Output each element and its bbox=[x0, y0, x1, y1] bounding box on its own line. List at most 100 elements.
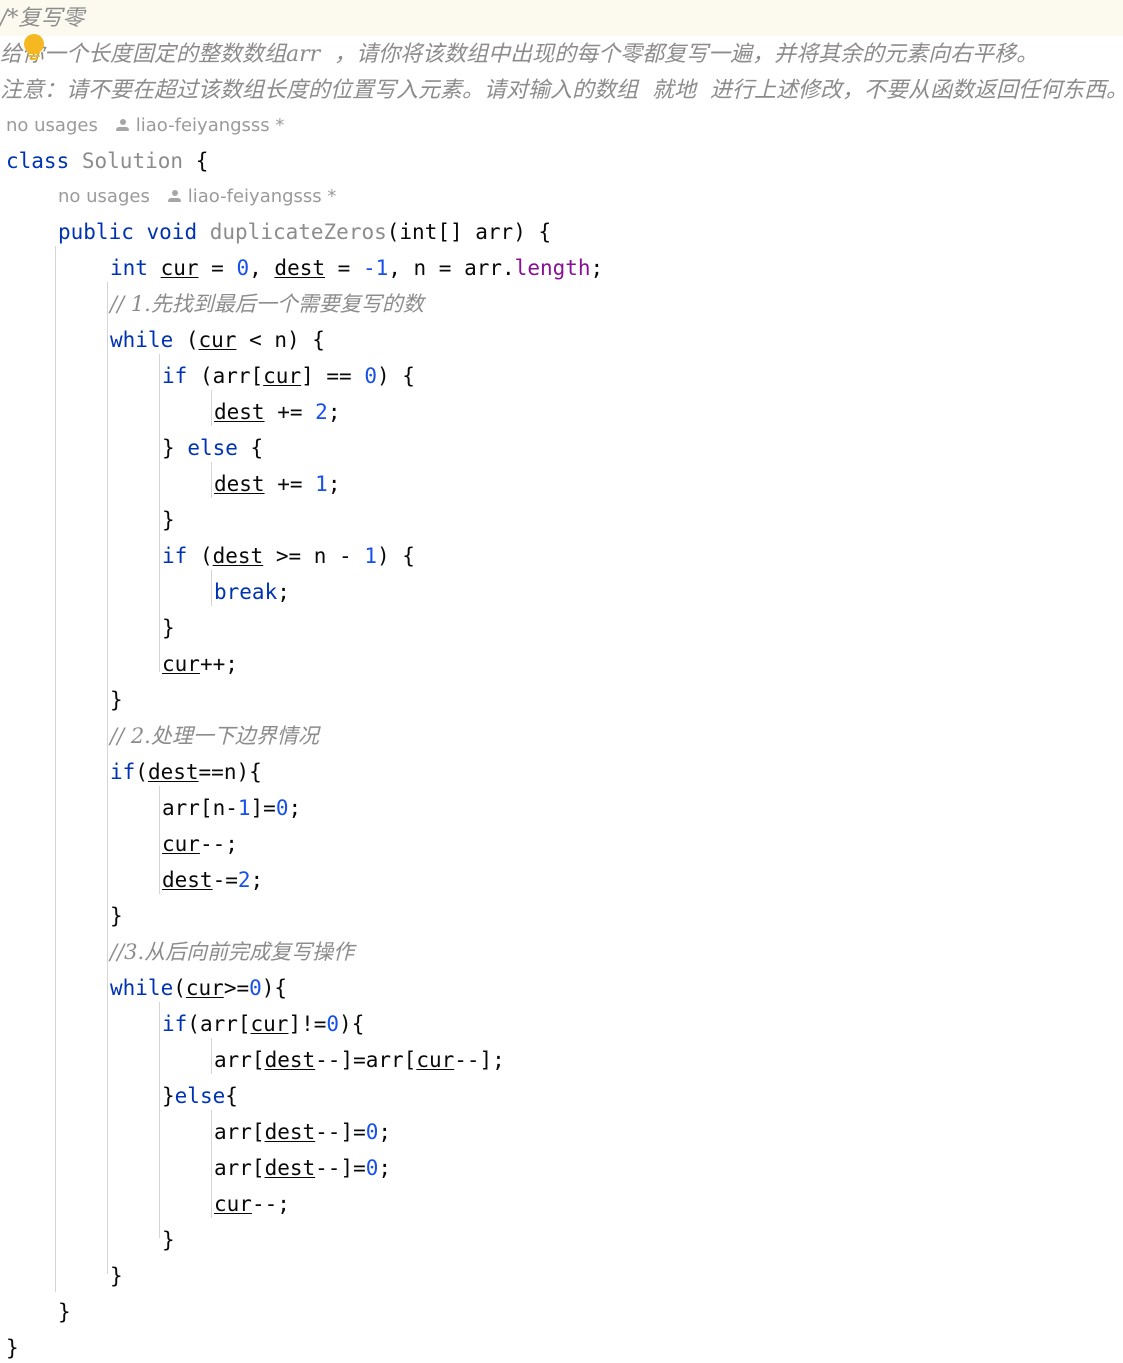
comma: , bbox=[249, 256, 275, 280]
code-line-block-comment-3[interactable]: 注意：请不要在超过该数组长度的位置写入元素。请对输入的数组 就地 进行上述修改，… bbox=[0, 72, 1123, 108]
code-line-close-while-1[interactable]: } bbox=[0, 682, 1123, 718]
brace: } bbox=[162, 616, 175, 640]
var-dest: dest bbox=[162, 868, 213, 892]
code-line-close-else-2[interactable]: } bbox=[0, 1222, 1123, 1258]
literal-two: 2 bbox=[315, 400, 328, 424]
cond-close: ==n){ bbox=[198, 760, 262, 784]
lightbulb-glass bbox=[24, 34, 44, 54]
code-line-while-1[interactable]: while (cur < n) { bbox=[0, 322, 1123, 358]
lightbulb-icon[interactable] bbox=[22, 34, 46, 60]
code-line-cur-dec-2[interactable]: cur--; bbox=[0, 1186, 1123, 1222]
code-line-if-1[interactable]: if (arr[cur] == 0) { bbox=[0, 358, 1123, 394]
cond-mid: ]!= bbox=[288, 1012, 327, 1036]
expr: arr[n- bbox=[162, 796, 238, 820]
brace: } bbox=[162, 1228, 175, 1252]
code-line-close-if-1[interactable]: } bbox=[0, 502, 1123, 538]
code-line-dest-minus-2[interactable]: dest-=2; bbox=[0, 862, 1123, 898]
expr: --]; bbox=[454, 1048, 505, 1072]
keyword-int: int bbox=[110, 256, 148, 280]
code-line-arr-dest-zero-2[interactable]: arr[dest--]=0; bbox=[0, 1150, 1123, 1186]
code-line-close-class[interactable]: } bbox=[0, 1330, 1123, 1363]
expr: --]=arr[ bbox=[315, 1048, 417, 1072]
literal-one: 1 bbox=[315, 472, 328, 496]
code-editor[interactable]: /*复写零 给你一个长度固定的整数数组arr ，请你将该数组中出现的每个零都复写… bbox=[0, 0, 1123, 1363]
expr: arr[ bbox=[214, 1156, 265, 1180]
cond-open: (arr[ bbox=[187, 1012, 251, 1036]
semicolon: ; bbox=[327, 472, 341, 496]
rest: , n = arr. bbox=[388, 256, 515, 280]
inlay-hint-class[interactable]: no usages liao-feiyangsss * bbox=[0, 108, 1123, 143]
lightbulb-base bbox=[28, 55, 40, 57]
semicolon: ; bbox=[378, 1120, 392, 1144]
code-line-break[interactable]: break; bbox=[0, 574, 1123, 610]
var-cur: cur bbox=[416, 1048, 455, 1072]
inlay-hint-method[interactable]: no usages liao-feiyangsss * bbox=[0, 179, 1123, 214]
code-line-block-comment-2[interactable]: 给你一个长度固定的整数数组arr ，请你将该数组中出现的每个零都复写一遍，并将其… bbox=[0, 36, 1123, 72]
code-line-else-1[interactable]: } else { bbox=[0, 430, 1123, 466]
code-line-comment-2[interactable]: // 2.处理一下边界情况 bbox=[0, 718, 1123, 754]
keyword-else: else bbox=[187, 436, 238, 460]
brace: } bbox=[110, 904, 123, 928]
cond: < n) { bbox=[236, 328, 325, 352]
keyword-while: while bbox=[110, 328, 174, 352]
code-line-close-if-3[interactable]: } bbox=[0, 898, 1123, 934]
usages-label[interactable]: no usages bbox=[58, 186, 150, 207]
code-line-arr-dest-zero-1[interactable]: arr[dest--]=0; bbox=[0, 1114, 1123, 1150]
brace: } bbox=[6, 1336, 19, 1360]
semicolon: ; bbox=[250, 868, 264, 892]
person-icon bbox=[167, 189, 182, 204]
brace: } bbox=[162, 1084, 175, 1108]
code-line-dest-plus-2[interactable]: dest += 2; bbox=[0, 394, 1123, 430]
line-comment: // 2.处理一下边界情况 bbox=[110, 724, 319, 748]
literal-one: 1 bbox=[237, 796, 251, 820]
author-label[interactable]: liao-feiyangsss * bbox=[136, 115, 285, 136]
code-line-comment-1[interactable]: // 1.先找到最后一个需要复写的数 bbox=[0, 286, 1123, 322]
brace: } bbox=[58, 1300, 71, 1324]
cond-close: ) { bbox=[376, 544, 415, 568]
literal-zero: 0 bbox=[365, 1120, 379, 1144]
usages-label[interactable]: no usages bbox=[6, 115, 98, 136]
var-dest: dest bbox=[264, 1156, 316, 1180]
brace: } bbox=[162, 508, 175, 532]
var-cur: cur bbox=[162, 832, 200, 856]
keyword-while: while bbox=[110, 976, 174, 1000]
code-line-method-decl[interactable]: public void duplicateZeros(int[] arr) { bbox=[0, 214, 1123, 250]
code-line-close-if-2[interactable]: } bbox=[0, 610, 1123, 646]
literal-zero: 0 bbox=[236, 256, 250, 280]
code-line-while-2[interactable]: while(cur>=0){ bbox=[0, 970, 1123, 1006]
brace: } bbox=[162, 436, 175, 460]
code-line-arr-n1-zero[interactable]: arr[n-1]=0; bbox=[0, 790, 1123, 826]
code-line-if-3[interactable]: if(dest==n){ bbox=[0, 754, 1123, 790]
semicolon: ; bbox=[590, 256, 604, 280]
literal-neg-one: -1 bbox=[362, 256, 389, 280]
op: += bbox=[264, 472, 316, 496]
op: += bbox=[264, 400, 316, 424]
code-line-dest-plus-1[interactable]: dest += 1; bbox=[0, 466, 1123, 502]
var-cur: cur bbox=[214, 1192, 252, 1216]
code-line-block-comment-1[interactable]: /*复写零 bbox=[0, 0, 1123, 36]
code-line-close-method[interactable]: } bbox=[0, 1294, 1123, 1330]
var-cur: cur bbox=[185, 976, 224, 1000]
code-line-comment-3[interactable]: //3.从后向前完成复写操作 bbox=[0, 934, 1123, 970]
method-name: duplicateZeros bbox=[209, 220, 387, 244]
code-line-else-2[interactable]: }else{ bbox=[0, 1078, 1123, 1114]
paren: ( bbox=[135, 760, 148, 784]
code-line-cur-inc[interactable]: cur++; bbox=[0, 646, 1123, 682]
code-line-cur-dec-1[interactable]: cur--; bbox=[0, 826, 1123, 862]
line-comment: //3.从后向前完成复写操作 bbox=[110, 940, 355, 964]
semicolon: ; bbox=[277, 580, 290, 604]
code-line-close-while-2[interactable]: } bbox=[0, 1258, 1123, 1294]
block-comment-text: 给你一个长度固定的整数数组arr ，请你将该数组中出现的每个零都复写一遍，并将其… bbox=[0, 42, 1039, 67]
code-line-if-4[interactable]: if(arr[cur]!=0){ bbox=[0, 1006, 1123, 1042]
keyword-break: break bbox=[214, 580, 278, 604]
keyword-else: else bbox=[174, 1084, 226, 1108]
author-label[interactable]: liao-feiyangsss * bbox=[188, 186, 337, 207]
code-line-var-decl[interactable]: int cur = 0, dest = -1, n = arr.length; bbox=[0, 250, 1123, 286]
cond-open: ( bbox=[187, 544, 213, 568]
expr: arr[ bbox=[214, 1048, 265, 1072]
line-comment: // 1.先找到最后一个需要复写的数 bbox=[110, 292, 424, 316]
code-line-if-2[interactable]: if (dest >= n - 1) { bbox=[0, 538, 1123, 574]
code-line-class-decl[interactable]: class Solution { bbox=[0, 143, 1123, 179]
cond-open: (arr[ bbox=[187, 364, 264, 388]
code-line-copy-assign[interactable]: arr[dest--]=arr[cur--]; bbox=[0, 1042, 1123, 1078]
